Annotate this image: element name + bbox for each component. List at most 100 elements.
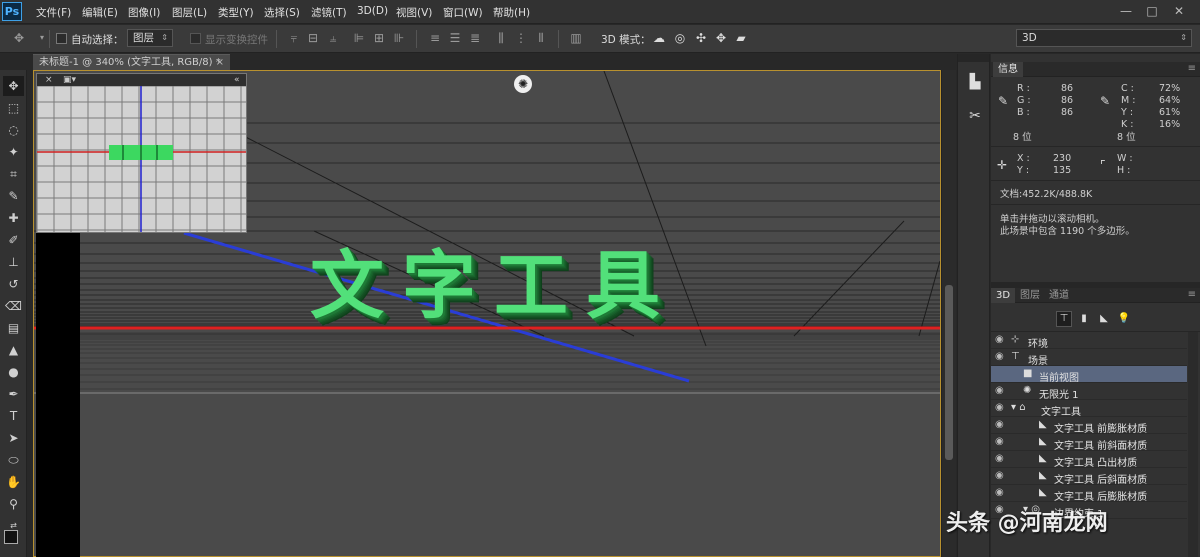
menu-image[interactable]: 图像(I) [128, 5, 160, 20]
align-right-icon[interactable]: ⊪ [392, 31, 406, 45]
menu-3d[interactable]: 3D(D) [357, 5, 388, 17]
visibility-eye-icon[interactable]: ◉ [995, 453, 1004, 464]
show-transform-checkbox[interactable] [190, 33, 201, 44]
3d-secondary-view[interactable]: × ▣▾ « [36, 73, 247, 233]
close-tab-icon[interactable]: × [216, 55, 224, 70]
filter-meshes-icon[interactable]: ▮ [1077, 312, 1091, 326]
filter-materials-icon[interactable]: ◣ [1097, 312, 1111, 326]
visibility-eye-icon[interactable]: ◉ [995, 402, 1004, 413]
filter-lights-icon[interactable]: 💡 [1117, 312, 1131, 326]
gradient-tool-icon[interactable]: ▤ [3, 318, 24, 338]
menu-filter[interactable]: 滤镜(T) [311, 5, 347, 20]
move-tool-preset-icon[interactable]: ✥ [12, 31, 26, 45]
crop-tool-icon[interactable]: ⌗ [3, 164, 24, 184]
auto-select-checkbox[interactable] [56, 33, 67, 44]
histogram-icon[interactable]: ▙ [964, 71, 986, 93]
auto-align-icon[interactable]: ▥ [569, 31, 583, 45]
collapse-icon[interactable]: « [234, 74, 240, 86]
menu-edit[interactable]: 编辑(E) [82, 5, 118, 20]
tools-presets-icon[interactable]: ✂ [964, 105, 986, 127]
tree-row-extrusion-material[interactable]: ◉ ◣ 文字工具 凸出材质 [991, 451, 1187, 469]
visibility-eye-icon[interactable]: ◉ [995, 470, 1004, 481]
distribute-vcenter-icon[interactable]: ☰ [448, 31, 462, 45]
path-selection-tool-icon[interactable]: ➤ [3, 428, 24, 448]
distribute-hcenter-icon[interactable]: ⋮ [514, 31, 528, 45]
distribute-left-icon[interactable]: ⫼ [494, 31, 508, 45]
tree-row-environment[interactable]: ◉ ⊹ 环境 [991, 332, 1187, 350]
distribute-bottom-icon[interactable]: ≣ [468, 31, 482, 45]
type-tool-icon[interactable]: T [3, 406, 24, 426]
chevron-down-icon[interactable]: ▾ [35, 31, 49, 45]
eraser-tool-icon[interactable]: ⌫ [3, 296, 24, 316]
menu-view[interactable]: 视图(V) [396, 5, 432, 20]
visibility-eye-icon[interactable]: ◉ [995, 419, 1004, 430]
marquee-tool-icon[interactable]: ⬚ [3, 98, 24, 118]
tree-row-scene[interactable]: ◉ ⊤ 场景 [991, 349, 1187, 367]
foreground-color-swatch[interactable] [4, 530, 18, 544]
camera-3d-icon[interactable]: ▰ [734, 31, 748, 45]
align-hcenter-icon[interactable]: ⊞ [372, 31, 386, 45]
close-window-icon[interactable]: ✕ [1170, 3, 1188, 19]
hand-tool-icon[interactable]: ✋ [3, 472, 24, 492]
visibility-eye-icon[interactable]: ◉ [995, 334, 1004, 345]
menu-file[interactable]: 文件(F) [36, 5, 71, 20]
align-bottom-icon[interactable]: ⫨ [326, 31, 340, 45]
menu-type[interactable]: 类型(Y) [218, 5, 254, 20]
3d-axis-widget-icon[interactable]: ✺ [514, 75, 532, 93]
close-icon[interactable]: × [45, 74, 53, 86]
menu-window[interactable]: 窗口(W) [443, 5, 483, 20]
align-vcenter-icon[interactable]: ⊟ [306, 31, 320, 45]
tree-row-current-view[interactable]: ■ 当前视图 [991, 366, 1187, 384]
filter-scene-icon[interactable]: ⊤ [1056, 311, 1072, 327]
align-left-icon[interactable]: ⊫ [352, 31, 366, 45]
history-brush-tool-icon[interactable]: ↺ [3, 274, 24, 294]
pan-3d-icon[interactable]: ✣ [694, 31, 708, 45]
panel-menu-icon[interactable]: ≡ [1188, 62, 1196, 76]
visibility-eye-icon[interactable]: ◉ [995, 351, 1004, 362]
tab-layers[interactable]: 图层 [1015, 288, 1045, 303]
menu-select[interactable]: 选择(S) [264, 5, 300, 20]
clone-stamp-tool-icon[interactable]: ⊥ [3, 252, 24, 272]
tab-3d[interactable]: 3D [991, 288, 1016, 303]
3d-text-object[interactable]: 文字工具 [310, 226, 678, 333]
move-tool-icon[interactable]: ✥ [3, 76, 24, 96]
healing-brush-tool-icon[interactable]: ✚ [3, 208, 24, 228]
magic-wand-tool-icon[interactable]: ✦ [3, 142, 24, 162]
pen-tool-icon[interactable]: ✒ [3, 384, 24, 404]
ellipse-tool-icon[interactable]: ⬭ [3, 450, 24, 470]
visibility-eye-icon[interactable]: ◉ [995, 436, 1004, 447]
eyedropper-tool-icon[interactable]: ✎ [3, 186, 24, 206]
panel-menu-icon[interactable]: ≡ [1188, 288, 1196, 302]
zoom-tool-icon[interactable]: ⚲ [3, 494, 24, 514]
brush-tool-icon[interactable]: ✐ [3, 230, 24, 250]
orbit-3d-icon[interactable]: ☁ [652, 31, 666, 45]
visibility-eye-icon[interactable]: ◉ [995, 385, 1004, 396]
document-tab[interactable]: 未标题-1 @ 340% (文字工具, RGB/8) * × [33, 54, 230, 70]
tree-row-back-inflation-material[interactable]: ◉ ◣ 文字工具 后膨胀材质 [991, 485, 1187, 503]
auto-select-dropdown[interactable]: 图层 ⇕ [127, 29, 173, 47]
slide-3d-icon[interactable]: ✥ [714, 31, 728, 45]
tree-row-front-inflation-material[interactable]: ◉ ◣ 文字工具 前膨胀材质 [991, 417, 1187, 435]
visibility-eye-icon[interactable]: ◉ [995, 487, 1004, 498]
roll-3d-icon[interactable]: ◎ [673, 31, 687, 45]
tree-row-front-bevel-material[interactable]: ◉ ◣ 文字工具 前斜面材质 [991, 434, 1187, 452]
tree-scrollbar[interactable] [1188, 332, 1198, 557]
distribute-right-icon[interactable]: ⦀ [534, 31, 548, 45]
tab-channels[interactable]: 通道 [1044, 288, 1074, 303]
menu-layer[interactable]: 图层(L) [172, 5, 207, 20]
distribute-top-icon[interactable]: ≡ [428, 31, 442, 45]
lasso-tool-icon[interactable]: ◌ [3, 120, 24, 140]
minimize-icon[interactable]: — [1117, 3, 1135, 19]
dodge-tool-icon[interactable]: ● [3, 362, 24, 382]
canvas-vertical-scrollbar[interactable] [941, 70, 956, 557]
view-menu-icon[interactable]: ▣▾ [63, 74, 76, 86]
menu-help[interactable]: 帮助(H) [493, 5, 530, 20]
tree-row-infinite-light[interactable]: ◉ ✺ 无限光 1 [991, 383, 1187, 401]
maximize-icon[interactable]: □ [1143, 3, 1161, 19]
align-top-icon[interactable]: ⫧ [287, 31, 301, 45]
tab-info[interactable]: 信息 [993, 62, 1023, 77]
tree-row-back-bevel-material[interactable]: ◉ ◣ 文字工具 后斜面材质 [991, 468, 1187, 486]
workspace-dropdown[interactable]: 3D ⇕ [1016, 29, 1192, 47]
tree-row-text-mesh[interactable]: ◉ ▾ ⌂ 文字工具 [991, 400, 1187, 418]
scrollbar-thumb[interactable] [945, 285, 953, 460]
